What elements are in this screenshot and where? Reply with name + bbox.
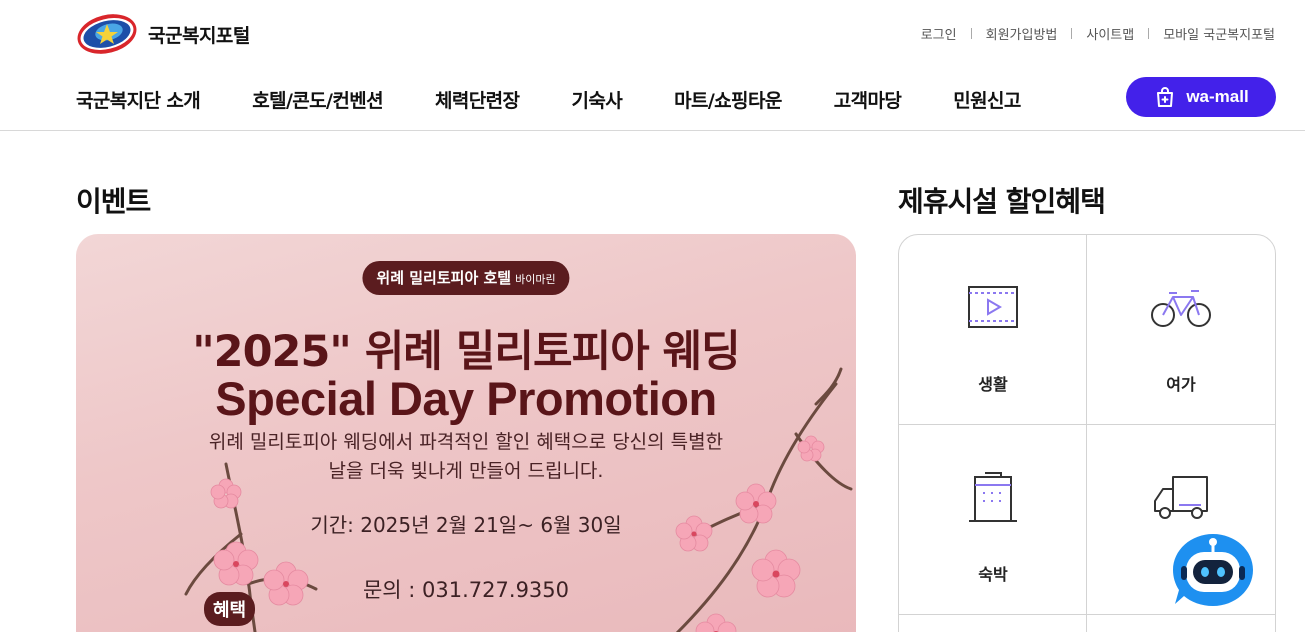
- signup-guide-link[interactable]: 회원가입방법: [986, 24, 1058, 43]
- site-name: 국군복지포털: [148, 24, 250, 47]
- nav-complaint[interactable]: 민원신고: [953, 86, 1021, 113]
- divider: [1071, 28, 1073, 39]
- nav-about[interactable]: 국군복지단 소개: [76, 86, 201, 113]
- site-logo[interactable]: 국군복지포털: [76, 13, 250, 55]
- banner-subheadline: Special Day Promotion: [215, 372, 717, 425]
- banner-headline: "2025" 위례 밀리토피아 웨딩: [192, 327, 740, 377]
- benefit-lodging[interactable]: 숙박: [899, 425, 1087, 615]
- sitemap-link[interactable]: 사이트맵: [1086, 24, 1134, 43]
- benefit-label: 생활: [978, 375, 1008, 394]
- benefit-label: 숙박: [978, 565, 1008, 584]
- banner-description: 위례 밀리토피아 웨딩에서 파격적인 할인 혜택으로 당신의 특별한 날을 더욱…: [76, 428, 856, 486]
- utility-links: 로그인 회원가입방법 사이트맵 모바일 국군복지포털: [921, 24, 1275, 43]
- benefit-label: 여가: [1166, 375, 1196, 394]
- divider: [970, 28, 972, 39]
- wa-mall-label: wa-mall: [1186, 87, 1249, 106]
- login-link[interactable]: 로그인: [921, 24, 957, 43]
- nav-mart[interactable]: 마트/쇼핑타운: [674, 86, 782, 113]
- badge-text: 위례 밀리토피아 호텔: [376, 269, 512, 287]
- mobile-portal-link[interactable]: 모바일 국군복지포털: [1163, 24, 1275, 43]
- logo-emblem-icon: [77, 14, 137, 54]
- shopping-bag-icon: [1157, 87, 1174, 107]
- benefit-tag: 혜택: [204, 592, 256, 626]
- nav-fitness[interactable]: 체력단련장: [435, 86, 520, 113]
- banner-desc-line1: 위례 밀리토피아 웨딩에서 파격적인 할인 혜택으로 당신의 특별한: [208, 431, 724, 453]
- benefit-living[interactable]: 생활: [899, 235, 1087, 425]
- banner-contact: 문의 : 031.727.9350: [362, 578, 570, 602]
- nav-dormitory[interactable]: 기숙사: [571, 86, 622, 113]
- truck-icon: [1154, 476, 1208, 519]
- chatbot-icon[interactable]: [1171, 530, 1255, 610]
- nav-customer[interactable]: 고객마당: [834, 86, 902, 113]
- hotel-badge: 위례 밀리토피아 호텔 바이마린: [362, 261, 570, 295]
- header-divider: [0, 130, 1305, 131]
- events-title: 이벤트: [76, 185, 151, 218]
- bicycle-icon: [1151, 290, 1211, 327]
- main-nav: 국군복지단 소개 호텔/콘도/컨벤션 체력단련장 기숙사 마트/쇼핑타운 고객마…: [76, 86, 1021, 113]
- wa-mall-button[interactable]: wa-mall: [1126, 77, 1276, 117]
- badge-subtext: 바이마린: [515, 273, 556, 286]
- building-icon: [969, 472, 1017, 522]
- banner-desc-line2: 날을 더욱 빛나게 만들어 드립니다.: [328, 460, 604, 482]
- banner-period: 기간: 2025년 2월 21일~ 6월 30일: [310, 513, 622, 537]
- benefits-title: 제휴시설 할인혜택: [898, 185, 1106, 218]
- video-icon: [968, 286, 1018, 328]
- divider: [1148, 28, 1150, 39]
- event-banner[interactable]: 위례 밀리토피아 호텔 바이마린 "2025" 위례 밀리토피아 웨딩 Speci…: [76, 234, 856, 632]
- benefit-leisure[interactable]: 여가: [1087, 235, 1275, 425]
- nav-hotel-condo[interactable]: 호텔/콘도/컨벤션: [252, 86, 383, 113]
